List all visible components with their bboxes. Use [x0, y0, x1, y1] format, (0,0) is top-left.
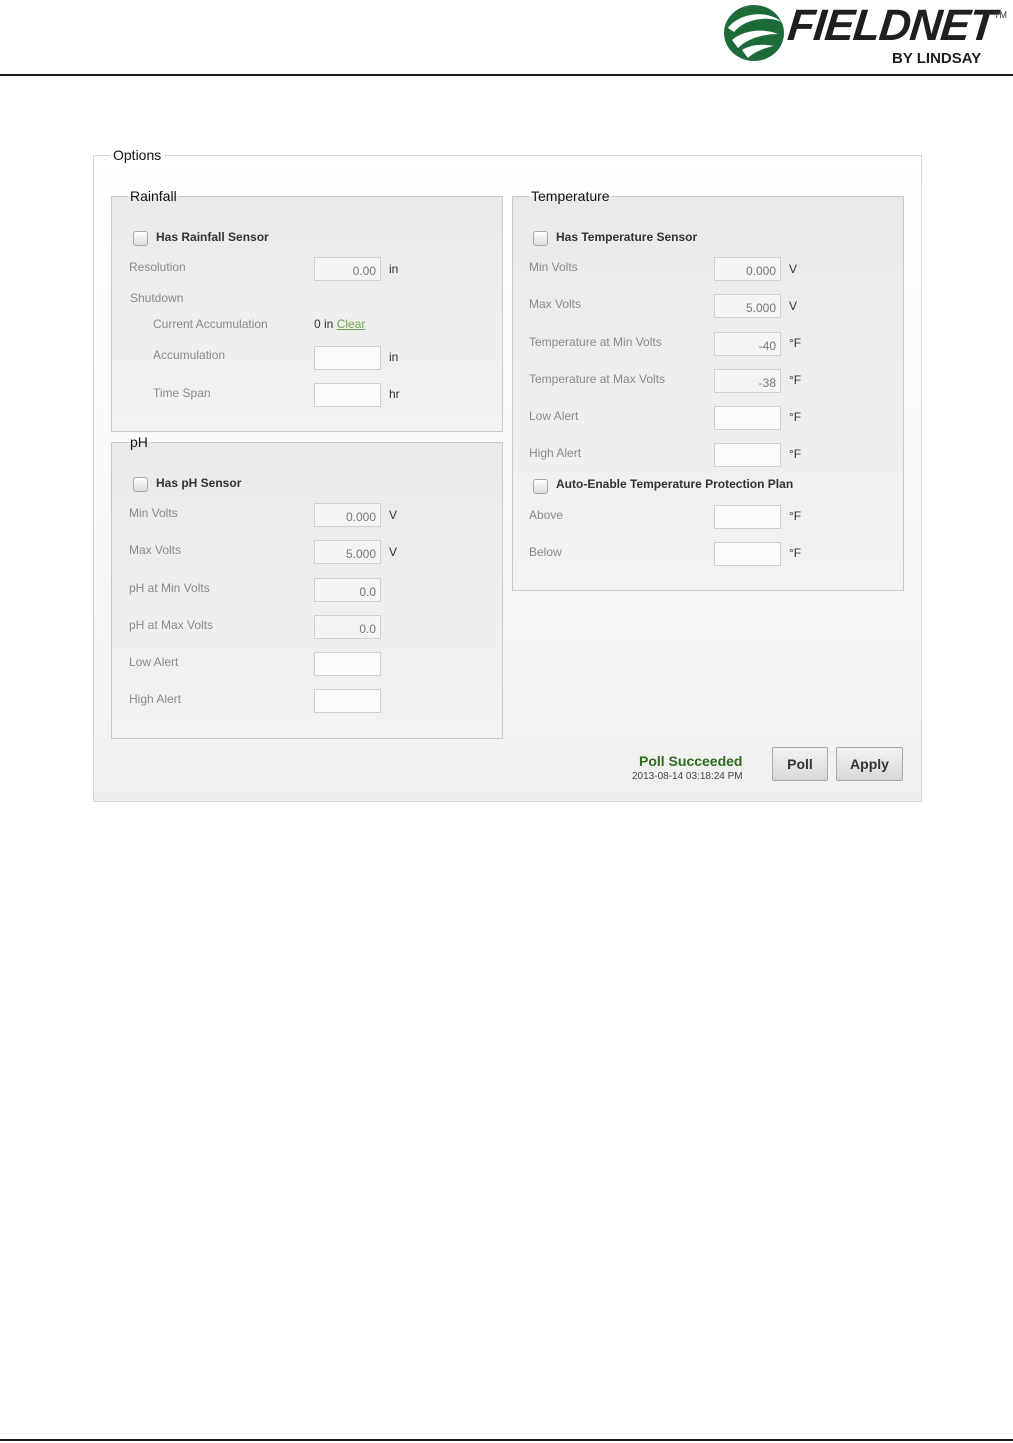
brand-byline: BY LINDSAY	[892, 50, 982, 67]
above-label: Above	[529, 508, 564, 522]
temp-min-volts-input[interactable]: 0.000	[714, 257, 781, 281]
rainfall-group: Rainfall Has Rainfall Sensor Resolution …	[111, 188, 503, 432]
temp-high-alert-unit: °F	[789, 447, 802, 461]
options-panel: Options Rainfall Has Rainfall Sensor Res…	[93, 147, 922, 802]
temp-low-alert-unit: °F	[789, 410, 802, 424]
auto-enable-protection-plan-checkbox[interactable]	[533, 479, 548, 494]
temp-at-max-volts-unit: °F	[789, 373, 802, 387]
rainfall-title: Rainfall	[128, 188, 179, 204]
below-unit: °F	[789, 546, 802, 560]
temp-min-volts-label: Min Volts	[529, 260, 578, 274]
trademark-mark: TM	[994, 10, 1007, 20]
ph-min-volts-unit: V	[389, 508, 398, 522]
has-ph-sensor-checkbox[interactable]	[133, 477, 148, 492]
time-span-unit: hr	[389, 387, 400, 401]
temp-high-alert-input[interactable]	[714, 443, 781, 467]
temp-low-alert-label: Low Alert	[529, 409, 579, 423]
temperature-title: Temperature	[529, 188, 612, 204]
ph-high-alert-label: High Alert	[129, 692, 182, 706]
header-divider	[0, 74, 1013, 76]
poll-button[interactable]: Poll	[772, 747, 828, 781]
resolution-unit: in	[389, 262, 399, 276]
accumulation-input[interactable]	[314, 346, 381, 370]
ph-max-volts-input[interactable]: 5.000	[314, 540, 381, 564]
page-header: FIELDNET TM BY LINDSAY	[0, 0, 1013, 76]
clear-accumulation-link[interactable]: Clear	[337, 317, 366, 331]
temp-min-volts-unit: V	[789, 262, 798, 276]
ph-at-max-volts-input[interactable]: 0.0	[314, 615, 381, 639]
ph-min-volts-label: Min Volts	[129, 506, 178, 520]
has-temperature-sensor-checkbox[interactable]	[533, 231, 548, 246]
ph-title: pH	[128, 434, 150, 450]
current-accumulation-label: Current Accumulation	[153, 317, 268, 331]
ph-at-max-volts-label: pH at Max Volts	[129, 618, 214, 632]
ph-high-alert-input[interactable]	[314, 689, 381, 713]
above-unit: °F	[789, 509, 802, 523]
temp-low-alert-input[interactable]	[714, 406, 781, 430]
shutdown-label: Shutdown	[130, 291, 184, 305]
current-accumulation-amount: 0 in	[314, 317, 334, 331]
resolution-label: Resolution	[129, 260, 186, 274]
has-rainfall-sensor-label: Has Rainfall Sensor	[156, 230, 269, 244]
temp-max-volts-label: Max Volts	[529, 297, 582, 311]
has-temperature-sensor-label: Has Temperature Sensor	[556, 230, 698, 244]
footer-divider	[0, 1439, 1013, 1441]
resolution-input[interactable]: 0.00	[314, 257, 381, 281]
ph-max-volts-unit: V	[389, 545, 398, 559]
temperature-group: Temperature Has Temperature Sensor Min V…	[512, 188, 904, 591]
temp-at-min-volts-unit: °F	[789, 336, 802, 350]
auto-enable-protection-plan-label: Auto-Enable Temperature Protection Plan	[556, 477, 794, 491]
ph-at-min-volts-label: pH at Min Volts	[129, 581, 210, 595]
brand-wordmark: FIELDNET	[785, 1, 998, 50]
temp-at-min-volts-label: Temperature at Min Volts	[529, 335, 662, 349]
temp-max-volts-input[interactable]: 5.000	[714, 294, 781, 318]
time-span-label: Time Span	[153, 386, 211, 400]
accumulation-label: Accumulation	[153, 348, 226, 362]
below-input[interactable]	[714, 542, 781, 566]
fieldnet-logo: FIELDNET TM BY LINDSAY	[722, 0, 1012, 68]
temp-max-volts-unit: V	[789, 299, 798, 313]
current-accumulation-value: 0 in Clear	[314, 317, 365, 331]
apply-button[interactable]: Apply	[836, 747, 903, 781]
has-ph-sensor-label: Has pH Sensor	[156, 476, 242, 490]
temp-at-max-volts-label: Temperature at Max Volts	[529, 372, 666, 386]
ph-max-volts-label: Max Volts	[129, 543, 182, 557]
ph-low-alert-label: Low Alert	[129, 655, 179, 669]
ph-min-volts-input[interactable]: 0.000	[314, 503, 381, 527]
ph-at-min-volts-input[interactable]: 0.0	[314, 578, 381, 602]
temp-at-max-volts-input[interactable]: -38	[714, 369, 781, 393]
poll-status-timestamp: 2013-08-14 03:18:24 PM	[632, 771, 743, 782]
above-input[interactable]	[714, 505, 781, 529]
poll-status-text: Poll Succeeded	[639, 753, 743, 769]
options-title: Options	[110, 147, 165, 163]
fieldnet-logo-icon	[724, 5, 784, 61]
has-rainfall-sensor-checkbox[interactable]	[133, 231, 148, 246]
ph-group: pH Has pH Sensor Min Volts 0.000 V Max V…	[111, 434, 503, 739]
accumulation-unit: in	[389, 350, 399, 364]
ph-low-alert-input[interactable]	[314, 652, 381, 676]
temp-high-alert-label: High Alert	[529, 446, 582, 460]
temp-at-min-volts-input[interactable]: -40	[714, 332, 781, 356]
below-label: Below	[529, 545, 562, 559]
time-span-input[interactable]	[314, 383, 381, 407]
